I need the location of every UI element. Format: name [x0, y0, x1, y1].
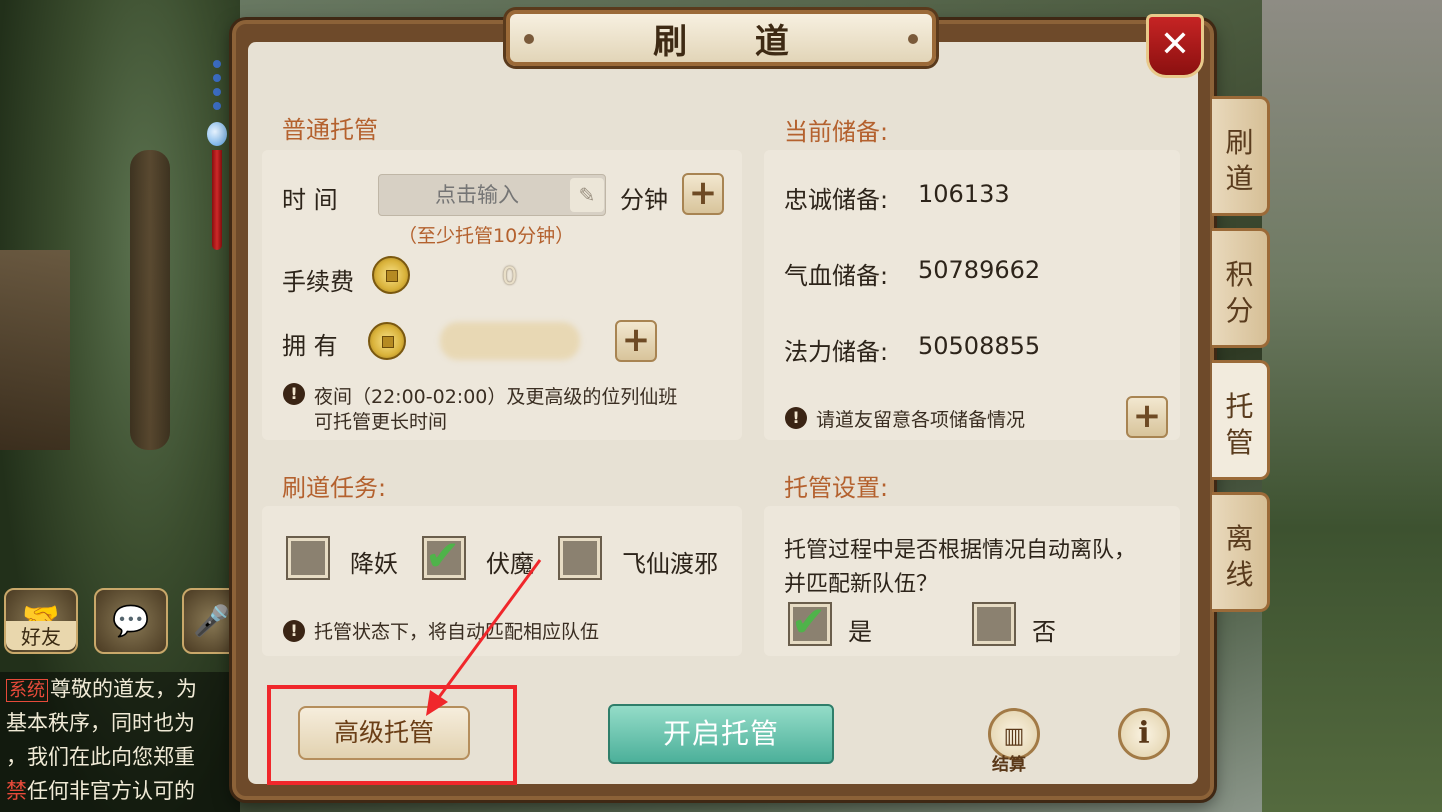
settle-label: 结算	[992, 755, 1026, 775]
chat-button[interactable]: 💬	[94, 588, 168, 654]
start-hosting-button[interactable]: 开启托管	[608, 704, 834, 764]
tassel-ornament	[206, 40, 228, 250]
warning-icon: !	[785, 407, 807, 429]
auto-leave-no-checkbox[interactable]	[974, 604, 1014, 644]
min-time-hint: （至少托管10分钟）	[398, 225, 575, 247]
add-coins-button[interactable]: +	[615, 320, 657, 362]
time-label: 时 间	[282, 186, 338, 214]
task-feixian-label: 飞仙渡邪	[622, 550, 718, 578]
loyalty-label: 忠诚储备:	[784, 186, 889, 214]
chat-line: 系统 尊敬的道友，为	[0, 672, 240, 706]
close-icon: ✕	[1159, 24, 1191, 65]
reserve-note: 请道友留意各项储备情况	[816, 409, 1026, 431]
plus-icon: +	[621, 320, 651, 360]
close-button[interactable]: ✕	[1146, 14, 1204, 78]
coin-icon	[368, 322, 406, 360]
highlight-frame	[267, 685, 517, 785]
background-right	[1262, 0, 1442, 812]
task-fumo-label: 伏魔	[486, 550, 534, 578]
tab-label: 线	[1225, 558, 1254, 591]
tab-label: 道	[1225, 162, 1254, 195]
reserve-section-title: 当前储备:	[784, 118, 889, 146]
stats-icon: ▥	[1003, 724, 1025, 749]
chat-log: 系统 尊敬的道友，为 基本秩序，同时也为 ，我们在此向您郑重 禁任何非官方认可的	[0, 672, 240, 812]
tab-shuadao[interactable]: 刷 道	[1212, 96, 1270, 216]
dialog-title-plate: 刷 道	[506, 10, 936, 66]
friends-button[interactable]: 🤝 好友	[4, 588, 78, 654]
coin-icon	[372, 256, 410, 294]
hp-label: 气血储备:	[784, 262, 889, 290]
yes-label: 是	[848, 618, 872, 646]
add-reserve-button[interactable]: +	[1126, 396, 1168, 438]
warning-icon: !	[283, 383, 305, 405]
settings-section-title: 托管设置:	[784, 474, 889, 502]
night-note-line2: 可托管更长时间	[314, 411, 448, 433]
tab-label: 分	[1225, 294, 1254, 327]
owned-amount-redacted	[440, 322, 580, 360]
auto-leave-yes-checkbox[interactable]: ✔	[790, 597, 830, 646]
mana-label: 法力储备:	[784, 338, 889, 366]
settings-question-line2: 并匹配新队伍？	[784, 572, 939, 597]
task-jiangyao-checkbox[interactable]	[288, 538, 328, 578]
check-icon: ✔	[791, 597, 827, 646]
pencil-icon: ✎	[570, 178, 604, 212]
own-label: 拥 有	[282, 332, 338, 360]
chat-line: ，我们在此向您郑重	[6, 745, 195, 769]
tab-tuoguan[interactable]: 托 管	[1212, 360, 1270, 480]
plus-icon: +	[688, 173, 718, 213]
tab-label: 刷	[1225, 126, 1254, 159]
social-bar: 🤝 好友 💬 🎤	[0, 582, 242, 662]
plus-icon: +	[1132, 396, 1162, 436]
night-note-line1: 夜间（22:00-02:00）及更高级的位列仙班	[314, 386, 678, 408]
dialog-title: 刷 道	[653, 21, 817, 62]
check-icon: ✔	[425, 531, 461, 580]
add-time-button[interactable]: +	[682, 173, 724, 215]
mana-value: 50508855	[918, 332, 1041, 360]
hp-value: 50789662	[918, 256, 1041, 284]
minutes-label: 分钟	[620, 186, 668, 214]
tasks-note: 托管状态下，将自动匹配相应队伍	[314, 621, 600, 643]
info-icon: i	[1138, 716, 1150, 751]
tab-lixian[interactable]: 离 线	[1212, 492, 1270, 612]
tab-label: 托	[1225, 390, 1254, 423]
fee-value: 0	[502, 262, 518, 290]
tab-label: 管	[1225, 426, 1254, 459]
chat-line: 禁任何非官方认可的	[6, 779, 195, 803]
friends-label: 好友	[6, 621, 76, 650]
normal-section-title: 普通托管	[282, 116, 378, 144]
tasks-section-title: 刷道任务:	[282, 474, 387, 502]
settings-question-line1: 托管过程中是否根据情况自动离队，	[784, 538, 1137, 563]
no-label: 否	[1032, 618, 1056, 646]
task-jiangyao-label: 降妖	[350, 550, 398, 578]
house-decoration	[0, 250, 70, 450]
tab-label: 积	[1225, 258, 1254, 291]
warning-icon: !	[283, 620, 305, 642]
system-tag: 系统	[6, 679, 48, 702]
tree-decoration	[130, 150, 170, 450]
chat-line: 基本秩序，同时也为	[6, 711, 195, 735]
fee-label: 手续费	[282, 268, 354, 296]
task-fumo-checkbox[interactable]: ✔	[424, 531, 464, 580]
task-feixian-checkbox[interactable]	[560, 538, 600, 578]
chat-bubble-icon: 💬	[112, 604, 150, 639]
loyalty-value: 106133	[918, 180, 1010, 208]
tab-label: 离	[1225, 522, 1254, 555]
tab-jifen[interactable]: 积 分	[1212, 228, 1270, 348]
info-button[interactable]: i	[1118, 708, 1170, 760]
